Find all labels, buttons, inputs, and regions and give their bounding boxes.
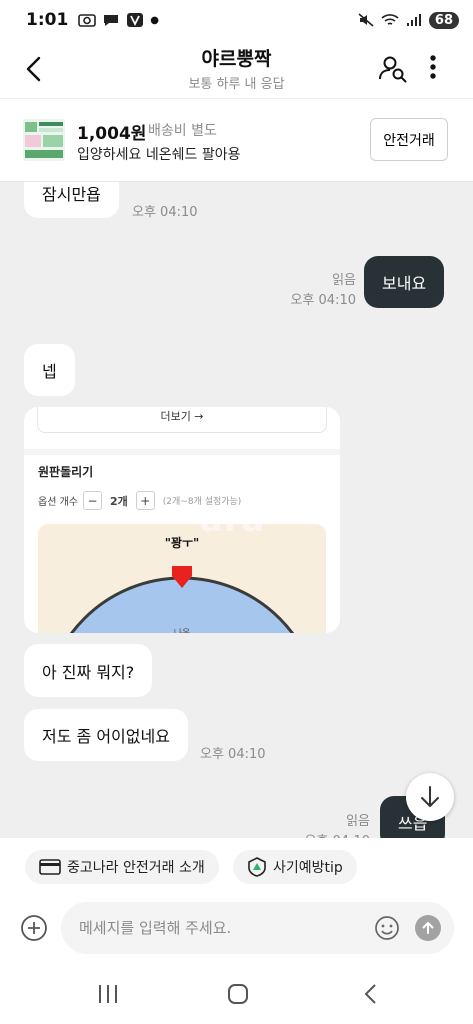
message-timestamp: 오후 04:10 [132, 205, 198, 220]
message-text: 보내요 [382, 274, 427, 293]
send-button[interactable] [415, 915, 441, 941]
shipping-note: 배송비 별도 [148, 123, 217, 139]
profile-search-icon[interactable] [378, 54, 408, 84]
safe-trade-intro-chip[interactable]: 중고나라 안전거래 소개 [25, 850, 219, 884]
arrow-up-icon [422, 922, 434, 934]
read-receipt: 읽음 [332, 273, 356, 288]
message-bubble-incoming: 아 진짜 뭐지? [24, 644, 153, 697]
image-roulette-title: 원판돌리기 [38, 465, 94, 479]
chip-label: 중고나라 안전거래 소개 [67, 860, 205, 876]
message-timestamp: 오후 04:10 [290, 293, 356, 308]
battery-level: 68 [428, 11, 459, 29]
message-bubble-incoming: 저도 좀 어이없네요 [24, 709, 188, 761]
wheel-segment-label: 나옹 [174, 628, 191, 633]
roulette-wheel: 나옹 [69, 566, 295, 633]
signal-icon [406, 14, 421, 26]
arrow-down-icon [421, 786, 439, 807]
image-minus-button: − [82, 491, 102, 510]
back-nav-icon[interactable] [357, 980, 385, 1008]
message-bubble-outgoing: 보내요 [364, 256, 445, 308]
scroll-to-bottom-button[interactable] [406, 773, 454, 821]
read-receipt: 읽음 [346, 814, 370, 829]
message-bubble-incoming: 넵 [24, 344, 75, 396]
chip-label: 사기예방tip [273, 860, 343, 876]
image-message[interactable]: 더보기 → 원판돌리기 옵션 개수 − 2개 + (2개~8개 설정가능) "꽝… [24, 407, 340, 633]
message-bubble-incoming: 잠시만욥 [24, 182, 119, 218]
product-title: 입양하세요 네온쉐드 팔아용 [77, 147, 241, 163]
more-notifications-dot-icon: ● [150, 14, 160, 26]
home-icon[interactable] [224, 980, 252, 1008]
image-wheel-panel: "꽝ㅜ" 나옹 [38, 524, 326, 633]
safe-trade-button[interactable]: 안전거래 [370, 118, 448, 161]
message-text: 넵 [42, 362, 57, 381]
product-summary-bar[interactable]: 1,004원 배송비 별도 입양하세요 네온쉐드 팔아용 안전거래 [0, 98, 473, 182]
status-system-icons: 68 [357, 11, 459, 29]
card-icon [39, 859, 61, 875]
status-time: 1:01 [26, 10, 69, 30]
more-options-icon[interactable] [420, 52, 446, 82]
image-more-button: 더보기 → [37, 407, 327, 433]
message-timestamp: 오후 04:10 [276, 830, 370, 838]
add-attachment-icon[interactable] [20, 914, 48, 942]
message-timestamp: 오후 04:10 [200, 747, 266, 762]
system-navigation-bar [0, 964, 473, 1024]
image-option-label: 옵션 개수 [38, 497, 78, 508]
app-notification-icon [127, 13, 144, 27]
watermark-text: ara [200, 500, 266, 540]
fraud-prevention-tip-chip[interactable]: 사기예방tip [233, 850, 357, 884]
message-composer [0, 898, 473, 962]
wifi-icon [381, 14, 399, 25]
image-plus-button: + [135, 491, 155, 510]
product-price: 1,004원 [77, 124, 147, 144]
message-input[interactable] [79, 902, 369, 954]
message-text: 잠시만욥 [42, 184, 101, 204]
shield-warning-icon [248, 857, 266, 877]
message-text: 저도 좀 어이없네요 [42, 727, 170, 746]
emoji-icon[interactable] [374, 915, 400, 941]
product-thumbnail[interactable] [23, 119, 65, 161]
chat-notification-icon [104, 15, 119, 26]
image-divider [24, 449, 340, 455]
chat-header: 야르뿡짝 보통 하루 내 응답 [0, 40, 473, 98]
mute-icon [358, 13, 374, 27]
message-input-container [61, 902, 454, 954]
camera-notification-icon [78, 14, 97, 27]
recent-apps-icon[interactable] [94, 980, 122, 1008]
status-bar: 1:01 ● 68 [0, 0, 473, 40]
status-notification-icons: ● [78, 12, 159, 28]
message-text: 아 진짜 뭐지? [42, 662, 135, 682]
chat-message-list[interactable]: 잠시만욥 오후 04:10 읽음 오후 04:10 보내요 넵 더보기 → 원판… [0, 182, 473, 838]
image-option-count: 2개 [109, 494, 128, 508]
